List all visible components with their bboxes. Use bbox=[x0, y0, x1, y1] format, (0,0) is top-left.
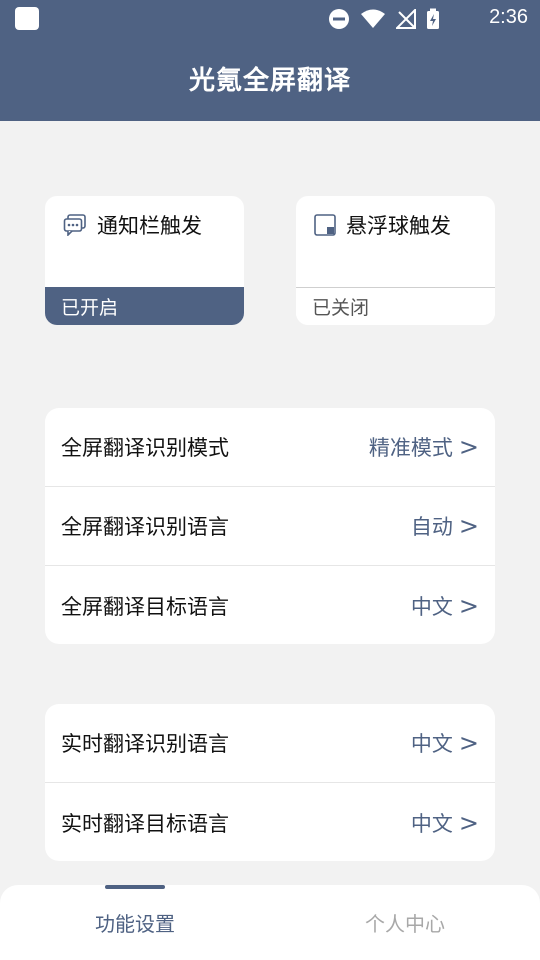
setting-label: 全屏翻译识别语言 bbox=[61, 515, 229, 539]
notification-square-icon bbox=[15, 7, 39, 30]
setting-label: 全屏翻译识别模式 bbox=[61, 436, 229, 460]
floating-ball-trigger-status: 已关闭 bbox=[296, 287, 495, 325]
chevron-right-icon: > bbox=[458, 433, 479, 461]
floating-window-icon bbox=[314, 214, 336, 236]
fullscreen-recognition-language-row[interactable]: 全屏翻译识别语言 自动 > bbox=[45, 487, 495, 566]
page-title: 光氪全屏翻译 bbox=[188, 66, 351, 96]
notification-trigger-card[interactable]: 通知栏触发 已开启 bbox=[45, 196, 244, 325]
realtime-recognition-language-row[interactable]: 实时翻译识别语言 中文 > bbox=[45, 704, 495, 783]
tab-personal-center[interactable]: 个人中心 bbox=[270, 885, 540, 960]
setting-value-text: 中文 bbox=[410, 594, 453, 619]
chevron-right-icon: > bbox=[458, 591, 479, 620]
app-header: 2:36 光氪全屏翻译 bbox=[0, 0, 540, 121]
setting-value: 精准模式 > bbox=[369, 432, 479, 462]
setting-value-text: 精准模式 bbox=[368, 436, 453, 460]
status-icons bbox=[328, 8, 440, 30]
no-signal-icon bbox=[396, 9, 416, 29]
setting-label: 实时翻译识别语言 bbox=[61, 732, 229, 756]
chevron-right-icon: > bbox=[458, 808, 479, 837]
do-not-disturb-icon bbox=[329, 9, 349, 29]
setting-value-text: 中文 bbox=[410, 811, 453, 836]
realtime-settings-group: 实时翻译识别语言 中文 > 实时翻译目标语言 中文 > bbox=[45, 704, 495, 861]
wifi-icon bbox=[361, 9, 385, 28]
chevron-right-icon: > bbox=[458, 512, 479, 540]
fullscreen-settings-group: 全屏翻译识别模式 精准模式 > 全屏翻译识别语言 自动 > 全屏翻译目标语言 中… bbox=[45, 408, 495, 644]
floating-ball-trigger-card[interactable]: 悬浮球触发 已关闭 bbox=[296, 196, 495, 325]
status-bar: 2:36 bbox=[0, 0, 540, 38]
floating-ball-trigger-header: 悬浮球触发 bbox=[314, 210, 451, 240]
status-time: 2:36 bbox=[489, 6, 528, 28]
notification-trigger-label: 通知栏触发 bbox=[97, 214, 202, 238]
fullscreen-recognition-mode-row[interactable]: 全屏翻译识别模式 精准模式 > bbox=[45, 408, 495, 487]
notification-trigger-status: 已开启 bbox=[45, 287, 244, 325]
setting-value: 中文 > bbox=[411, 808, 479, 838]
tab-function-settings[interactable]: 功能设置 bbox=[0, 885, 270, 960]
fullscreen-target-language-row[interactable]: 全屏翻译目标语言 中文 > bbox=[45, 566, 495, 644]
realtime-target-language-row[interactable]: 实时翻译目标语言 中文 > bbox=[45, 783, 495, 861]
bottom-navigation: 功能设置 个人中心 bbox=[0, 885, 540, 960]
floating-ball-trigger-label: 悬浮球触发 bbox=[346, 214, 451, 238]
message-icon bbox=[63, 214, 86, 236]
notification-trigger-header: 通知栏触发 bbox=[63, 210, 202, 240]
setting-value: 中文 > bbox=[411, 728, 479, 758]
setting-value-text: 自动 bbox=[410, 515, 453, 539]
setting-value: 中文 > bbox=[411, 591, 479, 621]
setting-value-text: 中文 bbox=[410, 732, 453, 756]
chevron-right-icon: > bbox=[458, 729, 479, 757]
setting-value: 自动 > bbox=[411, 511, 479, 541]
setting-label: 全屏翻译目标语言 bbox=[61, 594, 229, 619]
setting-label: 实时翻译目标语言 bbox=[61, 811, 229, 836]
battery-charging-icon bbox=[427, 8, 439, 29]
